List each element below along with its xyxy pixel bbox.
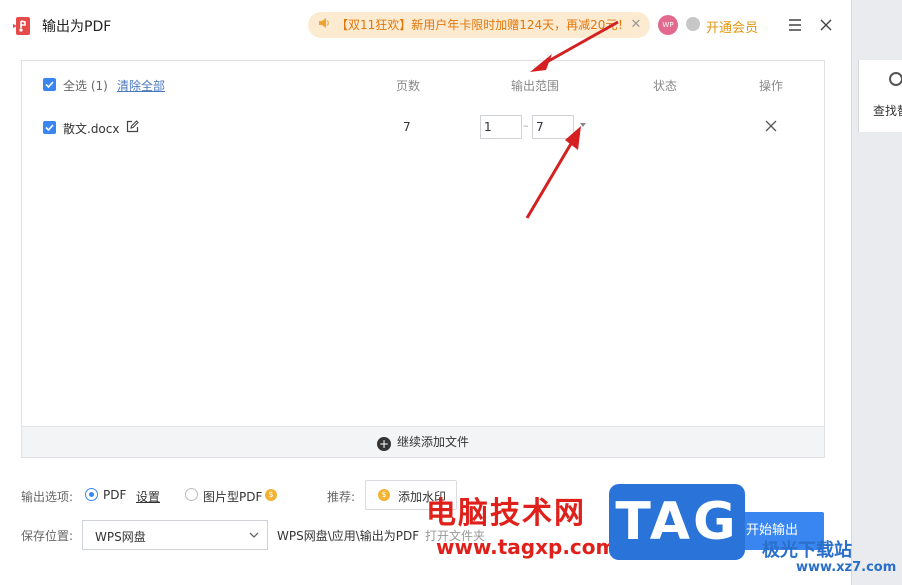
add-more-files-button[interactable]: + 继续添加文件 bbox=[22, 426, 824, 457]
dialog-title: 输出为PDF bbox=[42, 19, 112, 35]
select-all-label: 全选 (1) bbox=[63, 79, 108, 93]
chevron-down-icon bbox=[249, 532, 259, 538]
header-status: 状态 bbox=[653, 79, 678, 93]
save-path: WPS网盘\应用\输出为PDF bbox=[277, 529, 420, 543]
edit-icon[interactable] bbox=[126, 120, 139, 133]
recommend-label: 推荐: bbox=[327, 490, 356, 504]
watermark-url: www.tagxp.com bbox=[436, 535, 617, 559]
promo-text: 【双11狂欢】新用户年卡限时加赠124天，再减20元！ bbox=[336, 18, 630, 32]
watermark-logo: TAG bbox=[609, 484, 745, 560]
output-options-label: 输出选项: bbox=[21, 490, 74, 504]
row-pages: 7 bbox=[403, 120, 411, 134]
settings-link[interactable]: 设置 bbox=[136, 488, 160, 505]
find-replace-label[interactable]: 查找替换 bbox=[873, 102, 902, 119]
vip-shield-icon bbox=[686, 17, 700, 31]
delete-row-icon[interactable] bbox=[765, 120, 777, 132]
range-dropdown-icon[interactable] bbox=[580, 123, 586, 127]
clear-all-link[interactable]: 清除全部 bbox=[117, 77, 165, 94]
avatar[interactable]: WP bbox=[658, 15, 678, 35]
image-pdf-label: 图片型PDF bbox=[203, 490, 263, 504]
watermark-site-url: www.xz7.com bbox=[796, 560, 897, 575]
header-range: 输出范围 bbox=[511, 79, 560, 93]
close-icon[interactable] bbox=[818, 17, 834, 33]
title-bar: 输出为PDF 【双11狂欢】新用户年卡限时加赠124天，再减20元！ ✕ WP … bbox=[0, 0, 852, 50]
file-list-panel: 全选 (1) 清除全部 页数 输出范围 状态 操作 散文.docx 7 – + bbox=[21, 60, 825, 458]
speaker-icon bbox=[318, 12, 336, 38]
range-to-input[interactable] bbox=[532, 115, 574, 139]
pdf-app-icon bbox=[13, 17, 30, 35]
coin-icon: $ bbox=[378, 489, 390, 501]
range-from-input[interactable] bbox=[480, 115, 522, 139]
background-app-panel: 查找替换 bbox=[858, 60, 902, 132]
menu-icon[interactable] bbox=[788, 18, 802, 32]
promo-close-icon[interactable]: ✕ bbox=[628, 15, 644, 35]
image-pdf-radio[interactable] bbox=[185, 488, 198, 501]
watermark-text: 电脑技术网 bbox=[426, 496, 586, 531]
watermark-site-name: 极光下载站 bbox=[762, 540, 852, 561]
plus-circle-icon: + bbox=[376, 437, 391, 451]
pdf-radio[interactable] bbox=[85, 488, 98, 501]
save-location-label: 保存位置: bbox=[21, 529, 74, 543]
vip-link[interactable]: 开通会员 bbox=[706, 17, 758, 36]
file-name: 散文.docx bbox=[63, 122, 120, 136]
header-pages: 页数 bbox=[396, 79, 421, 93]
select-all-checkbox[interactable] bbox=[43, 78, 56, 91]
coin-icon: $ bbox=[265, 489, 277, 501]
range-separator: – bbox=[523, 119, 529, 132]
save-location-select[interactable]: WPS网盘 bbox=[82, 520, 268, 550]
row-checkbox[interactable] bbox=[43, 121, 56, 134]
pdf-radio-label: PDF bbox=[103, 488, 127, 502]
header-action: 操作 bbox=[759, 79, 784, 93]
add-more-label: 继续添加文件 bbox=[396, 435, 469, 449]
search-icon[interactable] bbox=[889, 72, 902, 86]
promo-banner[interactable]: 【双11狂欢】新用户年卡限时加赠124天，再减20元！ bbox=[308, 12, 650, 38]
save-location-value: WPS网盘 bbox=[95, 530, 146, 544]
